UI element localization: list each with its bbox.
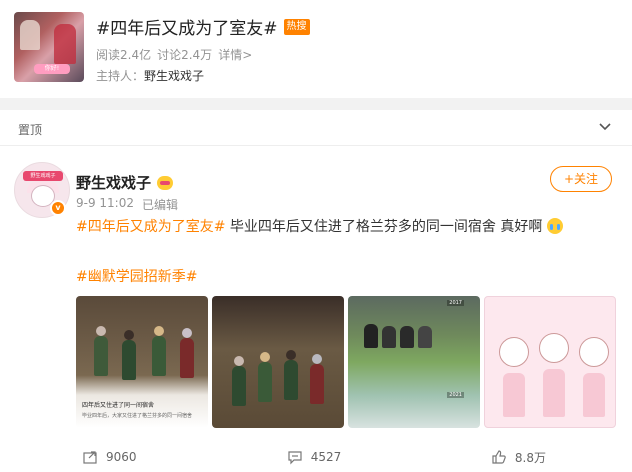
host-name[interactable]: 野生戏戏子 bbox=[144, 69, 204, 83]
vip-icon bbox=[157, 175, 174, 190]
thumbnail-caption: 你好! bbox=[34, 64, 70, 74]
comment-count: 4527 bbox=[310, 450, 342, 464]
avatar-caption: 野生戏戏子 bbox=[23, 171, 63, 181]
topic-tag-link[interactable]: #四年后又成为了室友# bbox=[76, 219, 225, 235]
post-image-2[interactable] bbox=[212, 296, 344, 428]
verified-icon: v bbox=[50, 200, 66, 216]
post-image-3[interactable]: 2017 2021 bbox=[348, 296, 480, 428]
comment-icon bbox=[288, 451, 302, 465]
follow-button[interactable]: +关注 bbox=[550, 166, 612, 192]
post-text: #四年后又成为了室友# 毕业四年后又住进了格兰芬多的同一间宿舍 真好啊 bbox=[76, 218, 563, 236]
details-link[interactable]: 详情> bbox=[218, 46, 252, 63]
post-image-4[interactable] bbox=[484, 296, 616, 428]
year-label-top: 2017 bbox=[447, 300, 464, 306]
year-label-bottom: 2021 bbox=[447, 392, 464, 398]
topic-tag-link-2[interactable]: #幽默学园招新季# bbox=[76, 266, 197, 286]
author-name: 野生戏戏子 bbox=[76, 172, 174, 193]
image-caption: 四年后又住进了同一间宿舍 bbox=[82, 402, 155, 409]
read-count: 阅读2.4亿 bbox=[96, 48, 152, 62]
topic-header: 你好! #四年后又成为了室友# 热搜 阅读2.4亿 讨论2.4万 详情> 主持人… bbox=[0, 0, 632, 98]
author-name-text[interactable]: 野生戏戏子 bbox=[76, 172, 151, 193]
thumbs-up-icon bbox=[492, 450, 506, 464]
image-subcaption: 毕业四年后，大家又住进了格兰芬多的同一间宿舍 bbox=[82, 413, 193, 419]
pinned-label: 置顶 bbox=[18, 123, 43, 137]
action-bar: 9060 4527 8.8万 bbox=[0, 442, 632, 472]
pinned-bar[interactable]: 置顶 bbox=[0, 110, 632, 146]
topic-title: #四年后又成为了室友# 热搜 bbox=[96, 14, 310, 39]
image-grid: 四年后又住进了同一间宿舍 毕业四年后，大家又住进了格兰芬多的同一间宿舍 2017… bbox=[76, 296, 632, 428]
host-label: 主持人： bbox=[96, 69, 145, 83]
comment-button[interactable]: 4527 bbox=[237, 442, 392, 472]
share-button[interactable]: 9060 bbox=[0, 442, 237, 472]
post-card: 野生戏戏子 v 野生戏戏子 9-9 11:02 已编辑 +关注 #四年后又成为了… bbox=[0, 146, 632, 472]
discussion-count: 讨论2.4万 bbox=[157, 48, 213, 62]
chevron-down-icon[interactable] bbox=[598, 120, 612, 134]
like-count: 8.8万 bbox=[514, 450, 547, 465]
like-button[interactable]: 8.8万 bbox=[391, 442, 632, 472]
post-body: 毕业四年后又住进了格兰芬多的同一间宿舍 真好啊 bbox=[225, 219, 543, 235]
edited-label: 已编辑 bbox=[142, 198, 179, 212]
share-icon bbox=[83, 451, 97, 464]
post-meta: 9-9 11:02 已编辑 bbox=[76, 196, 178, 213]
crying-emoji-icon bbox=[546, 218, 563, 234]
post-time[interactable]: 9-9 11:02 bbox=[76, 196, 134, 213]
hot-badge: 热搜 bbox=[283, 18, 310, 35]
post-image-1[interactable]: 四年后又住进了同一间宿舍 毕业四年后，大家又住进了格兰芬多的同一间宿舍 bbox=[76, 296, 208, 428]
topic-thumbnail[interactable]: 你好! bbox=[14, 12, 84, 82]
topic-title-text: #四年后又成为了室友# bbox=[96, 19, 278, 39]
topic-stats: 阅读2.4亿 讨论2.4万 详情> bbox=[96, 46, 252, 63]
share-count: 9060 bbox=[106, 450, 137, 464]
topic-host: 主持人：野生戏戏子 bbox=[96, 67, 204, 84]
